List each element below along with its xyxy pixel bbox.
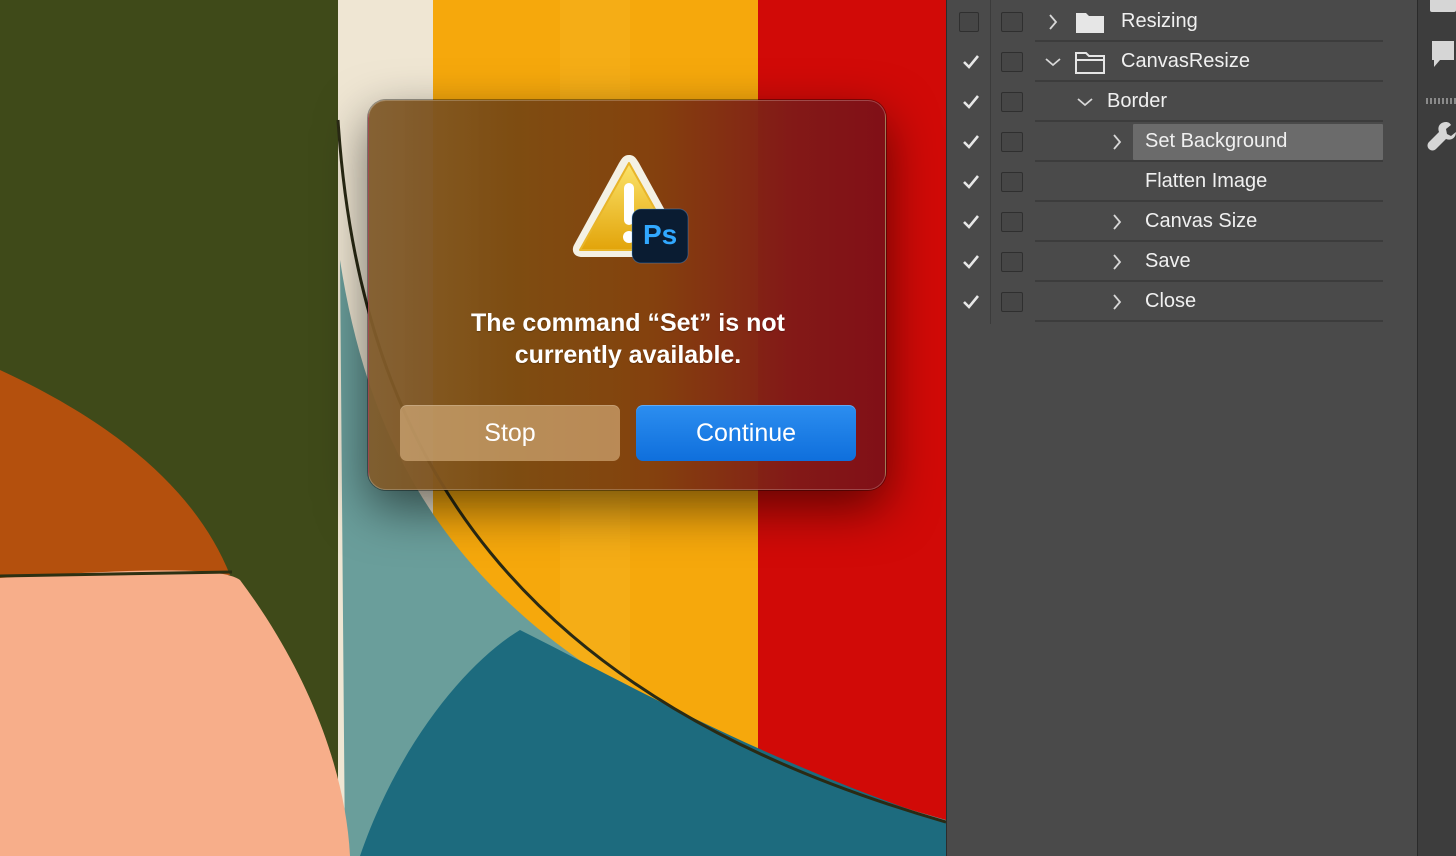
dialog-toggle-checkbox[interactable] (1001, 52, 1023, 72)
action-row-canvas-size[interactable]: Canvas Size (947, 202, 1383, 242)
action-label: CanvasResize (1121, 50, 1250, 72)
checkmark-icon[interactable] (961, 172, 981, 192)
checkmark-icon[interactable] (961, 52, 981, 72)
app-badge-label: Ps (643, 219, 678, 250)
panel-dock-strip (1417, 0, 1456, 856)
action-row-canvasresize[interactable]: CanvasResize (947, 42, 1383, 82)
row-divider (1035, 320, 1383, 322)
action-label: Flatten Image (1145, 170, 1268, 192)
action-label: Set Background (1145, 130, 1288, 152)
chevron-right-icon[interactable] (1107, 292, 1127, 312)
play-icon[interactable] (1426, 0, 1456, 16)
dialog-toggle-checkbox[interactable] (1001, 252, 1023, 272)
action-label: Resizing (1121, 10, 1198, 32)
checkmark-icon[interactable] (961, 252, 981, 272)
chevron-right-icon[interactable] (1043, 12, 1063, 32)
chevron-right-icon[interactable] (1107, 212, 1127, 232)
dialog-toggle-checkbox[interactable] (1001, 172, 1023, 192)
chevron-right-icon[interactable] (1107, 252, 1127, 272)
dialog-toggle-checkbox[interactable] (1001, 12, 1023, 32)
actions-panel: Resizing CanvasResize Border Set Backgro… (946, 0, 1417, 856)
alert-dialog: Ps The command “Set” is not currently av… (368, 100, 886, 490)
dialog-toggle-checkbox[interactable] (1001, 132, 1023, 152)
folder-open-icon (1075, 52, 1105, 74)
dialog-toggle-checkbox[interactable] (1001, 292, 1023, 312)
dialog-toggle-checkbox[interactable] (1001, 212, 1023, 232)
wrench-icon[interactable] (1426, 118, 1456, 156)
dialog-message-line1: The command “Set” is not (471, 309, 785, 337)
checkmark-icon[interactable] (961, 132, 981, 152)
action-row-set-background[interactable]: Set Background (947, 122, 1383, 162)
checkmark-icon[interactable] (961, 212, 981, 232)
checkmark-icon[interactable] (961, 92, 981, 112)
action-label: Close (1145, 290, 1197, 312)
action-row-border[interactable]: Border (947, 82, 1383, 122)
dialog-message-line2: currently available. (514, 341, 742, 369)
action-row-resizing[interactable]: Resizing (947, 2, 1383, 42)
checkmark-icon[interactable] (961, 292, 981, 312)
action-label: Canvas Size (1145, 210, 1258, 232)
action-row-close[interactable]: Close (947, 282, 1383, 322)
chevron-down-icon[interactable] (1043, 52, 1063, 72)
action-row-flatten-image[interactable]: Flatten Image (947, 162, 1383, 202)
dialog-message: The command “Set” is not currently avail… (409, 307, 847, 371)
folder-icon (1076, 13, 1104, 33)
comment-icon[interactable] (1428, 38, 1456, 72)
continue-button[interactable]: Continue (636, 405, 856, 461)
dialog-toggle-checkbox[interactable] (1001, 92, 1023, 112)
action-row-save[interactable]: Save (947, 242, 1383, 282)
chevron-right-icon[interactable] (1107, 132, 1127, 152)
toggle-item-checkbox[interactable] (959, 12, 979, 32)
action-label: Border (1107, 90, 1168, 112)
chevron-down-icon[interactable] (1075, 92, 1095, 112)
action-label: Save (1145, 250, 1191, 272)
drag-grip[interactable] (1426, 98, 1456, 104)
stop-button[interactable]: Stop (400, 405, 620, 461)
